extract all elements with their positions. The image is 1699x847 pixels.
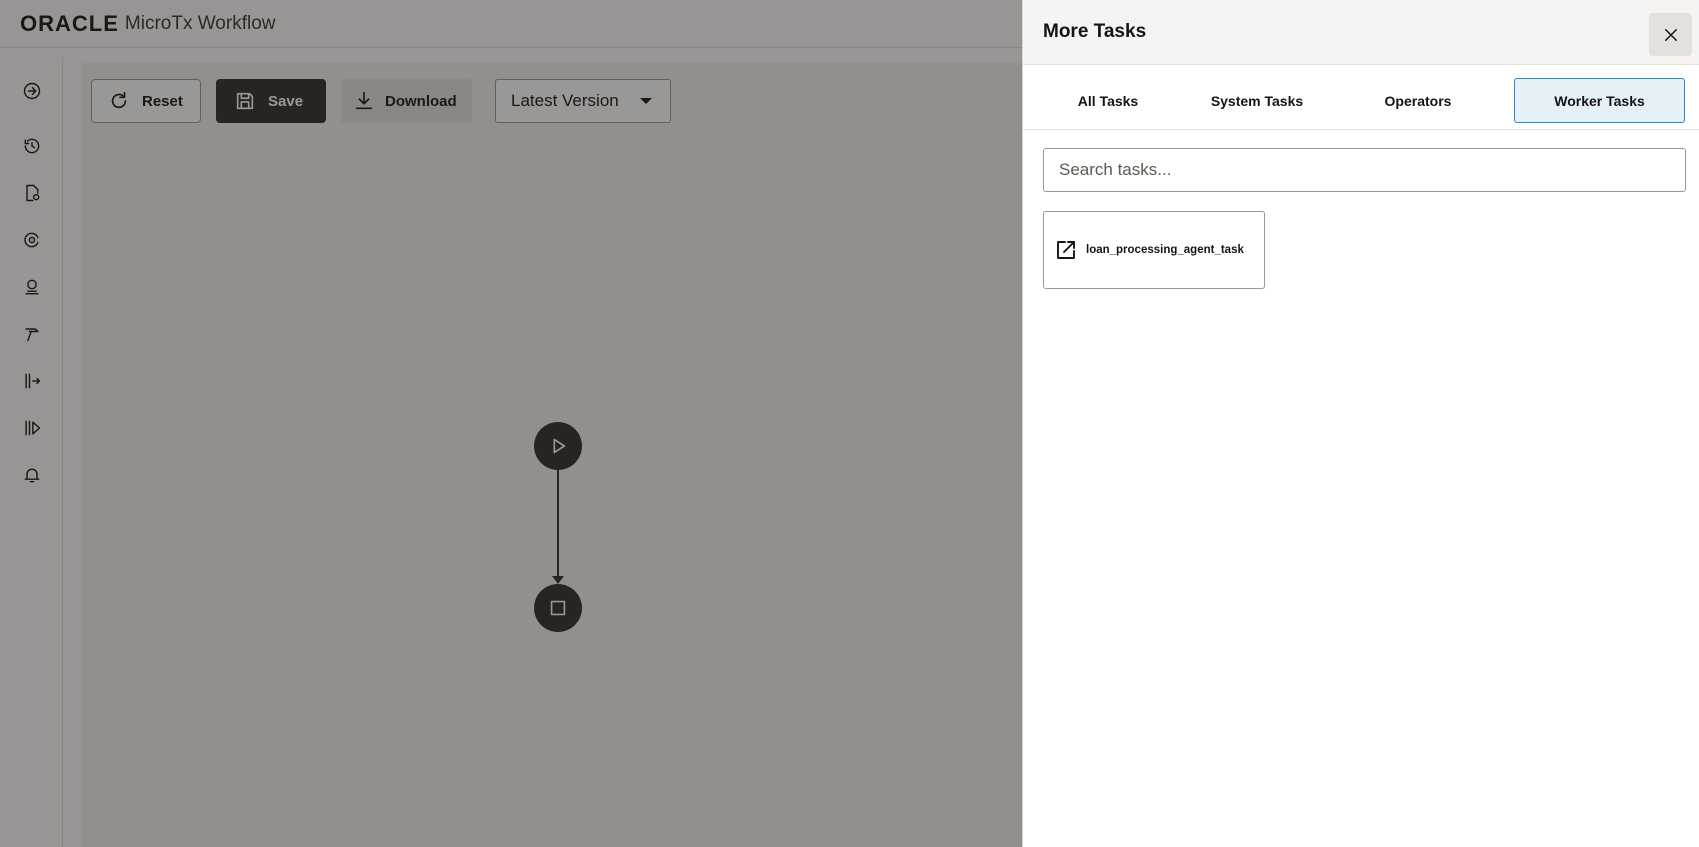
close-button[interactable] — [1649, 13, 1692, 56]
search-field — [1043, 148, 1686, 192]
more-tasks-drawer: More Tasks All Tasks System Tasks Operat… — [1022, 0, 1699, 847]
task-card[interactable]: loan_processing_agent_task — [1043, 211, 1265, 289]
tab-operators[interactable]: Operators — [1353, 78, 1483, 123]
tab-worker-tasks[interactable]: Worker Tasks — [1514, 78, 1685, 123]
task-tabs: All Tasks System Tasks Operators Worker … — [1023, 65, 1699, 130]
search-input[interactable] — [1043, 148, 1686, 192]
close-icon — [1664, 28, 1677, 41]
external-link-icon — [1057, 241, 1075, 259]
drawer-header: More Tasks — [1023, 0, 1699, 65]
drawer-title: More Tasks — [1043, 21, 1147, 42]
tab-all-tasks[interactable]: All Tasks — [1043, 78, 1173, 123]
task-card-label: loan_processing_agent_task — [1086, 244, 1244, 256]
tab-system-tasks[interactable]: System Tasks — [1192, 78, 1322, 123]
drawer-backdrop[interactable] — [0, 0, 1022, 847]
